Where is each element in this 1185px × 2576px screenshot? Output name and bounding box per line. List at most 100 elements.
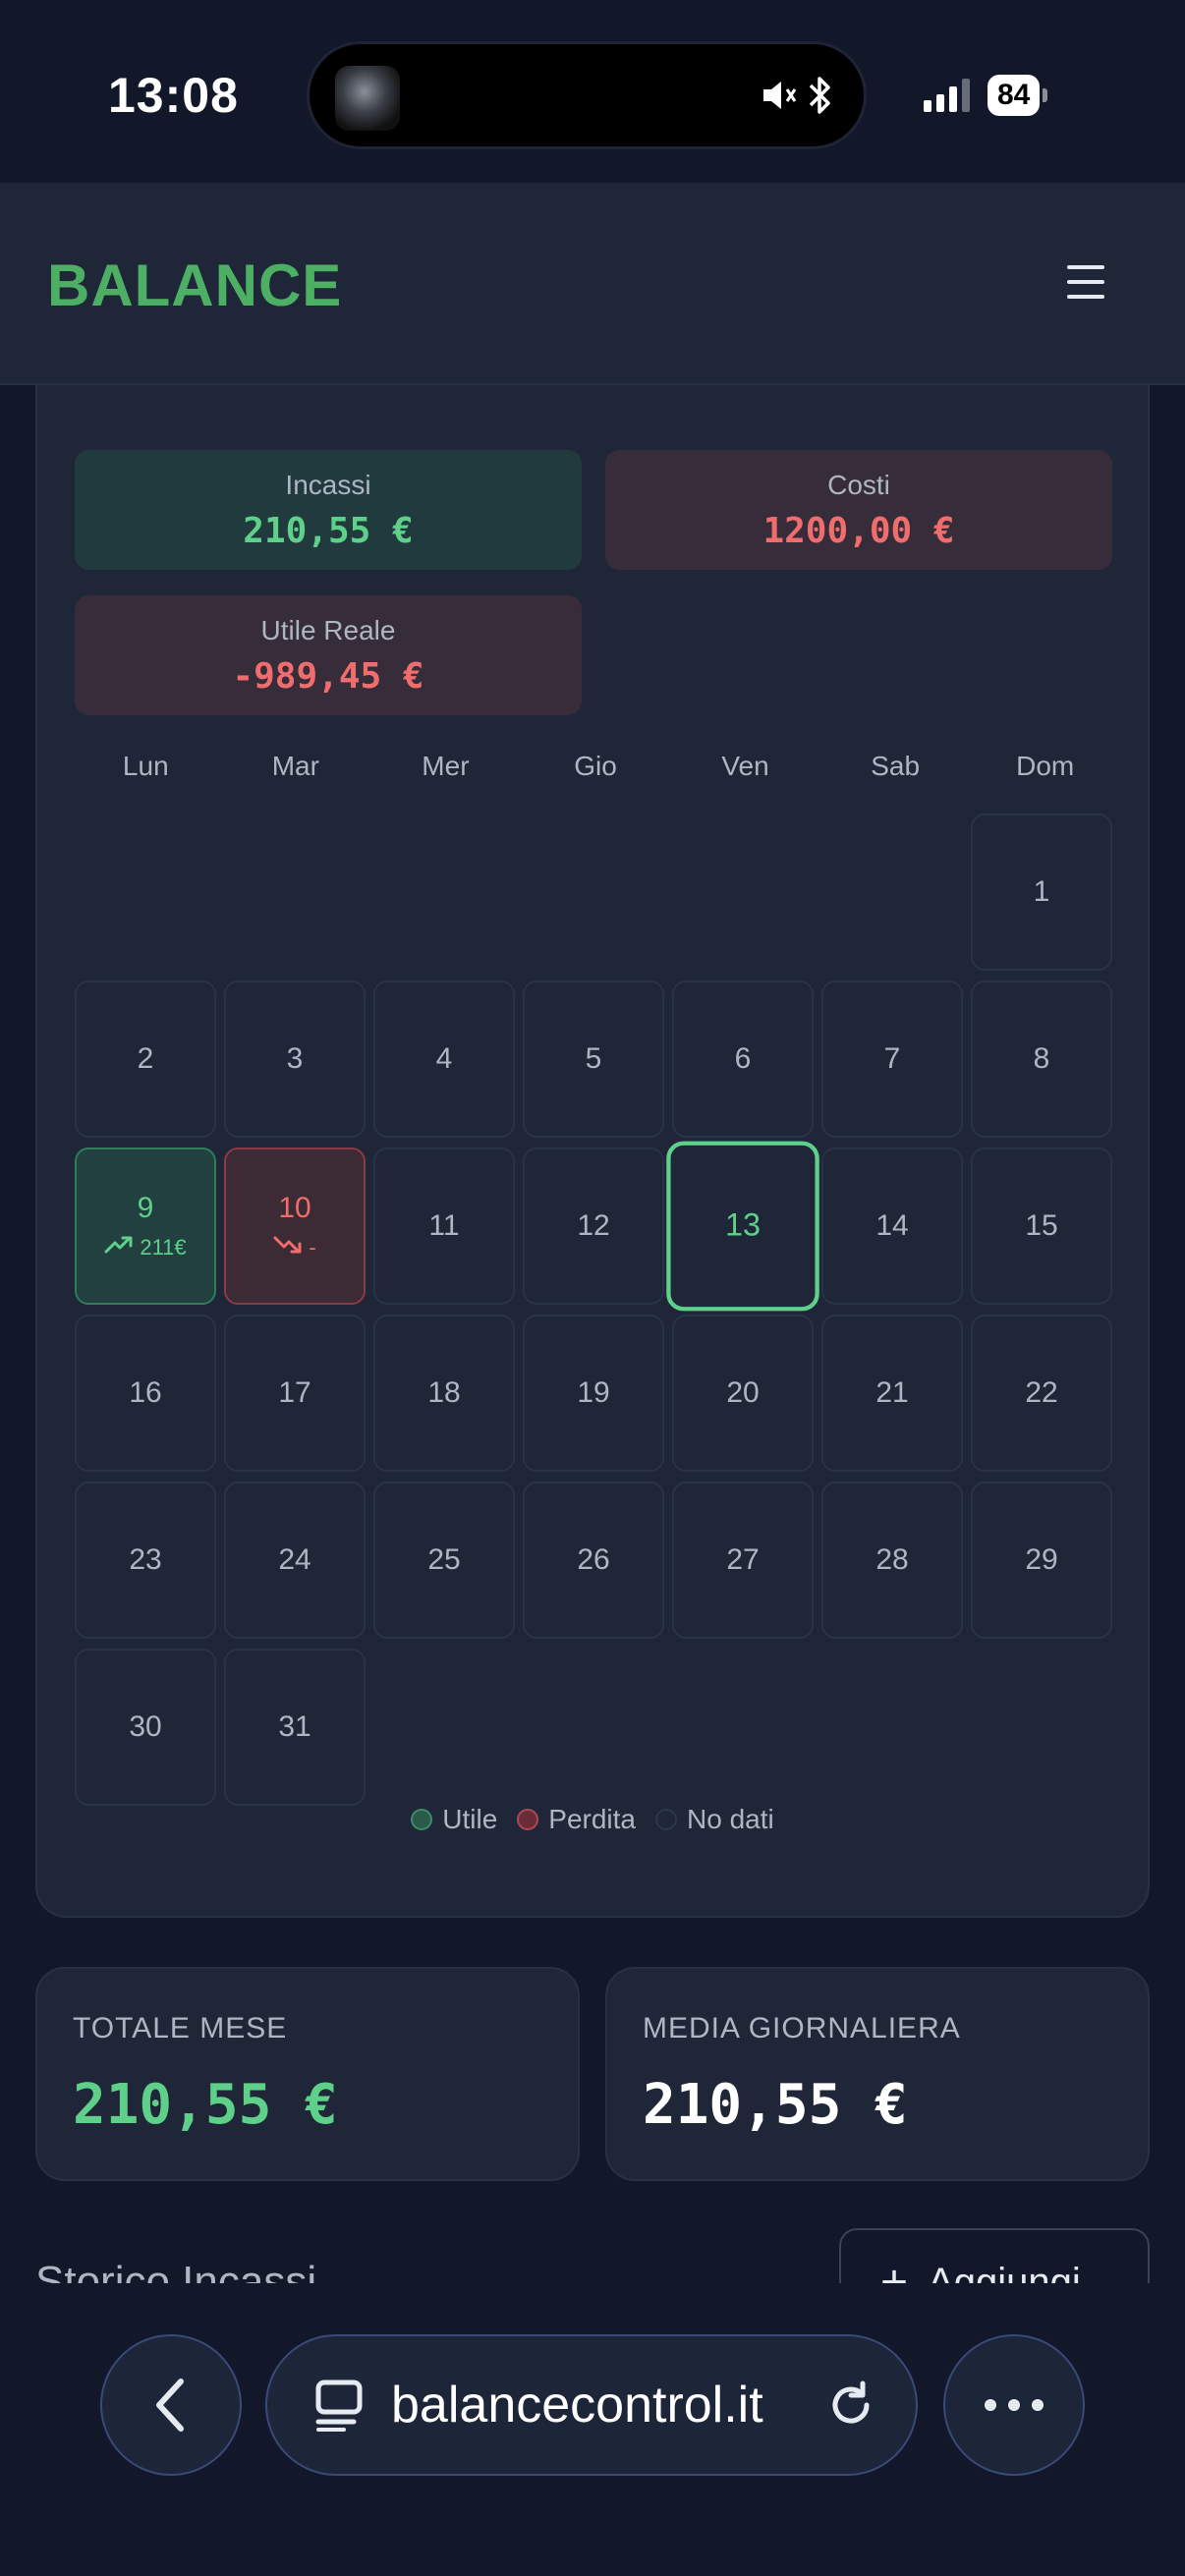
costi-stat: Costi 1200,00 €: [605, 450, 1112, 570]
calendar-day-2[interactable]: 2: [75, 980, 216, 1138]
calendar-day-20[interactable]: 20: [672, 1315, 814, 1472]
day-number: 7: [883, 1042, 901, 1075]
day-number: 1: [1033, 875, 1050, 908]
day-number: 3: [286, 1042, 304, 1075]
utile-reale-label: Utile Reale: [260, 615, 396, 645]
day-number: 20: [726, 1376, 760, 1409]
calendar-blank: [821, 813, 963, 971]
calendar-day-19[interactable]: 19: [523, 1315, 664, 1472]
daily-average-card: MEDIA GIORNALIERA 210,55 €: [605, 1967, 1150, 2181]
day-number: 24: [278, 1543, 311, 1576]
calendar-day-8[interactable]: 8: [971, 980, 1112, 1138]
day-number: 5: [585, 1042, 602, 1075]
calendar-day-25[interactable]: 25: [373, 1482, 515, 1639]
now-playing-artwork: [335, 66, 400, 131]
day-number: 19: [577, 1376, 610, 1409]
calendar-day-4[interactable]: 4: [373, 980, 515, 1138]
calendar-day-31[interactable]: 31: [224, 1649, 366, 1806]
address-bar[interactable]: balancecontrol.it: [265, 2334, 918, 2476]
hamburger-menu-icon[interactable]: [1067, 265, 1104, 299]
weekday-ven: Ven: [721, 751, 769, 781]
calendar-day-26[interactable]: 26: [523, 1482, 664, 1639]
legend-profit-label: Utile: [442, 1804, 498, 1834]
incassi-stat: Incassi 210,55 €: [75, 450, 582, 570]
calendar-day-27[interactable]: 27: [672, 1482, 814, 1639]
calendar-day-1[interactable]: 1: [971, 813, 1112, 971]
dynamic-island: [307, 41, 867, 149]
calendar-day-9[interactable]: 9 211€: [75, 1148, 216, 1305]
calendar-day-11[interactable]: 11: [373, 1148, 515, 1305]
weekday-sab: Sab: [871, 751, 921, 781]
daily-average-label: MEDIA GIORNALIERA: [643, 2012, 961, 2044]
calendar-day-29[interactable]: 29: [971, 1482, 1112, 1639]
calendar-blank: [373, 813, 515, 971]
costi-value: 1200,00 €: [762, 511, 955, 551]
calendar-grid: 1 2 3 4 5 6 7 8 9 211€ 10-11 12 13 14 15 16 17 18 19 20 21 22…: [75, 813, 1116, 1806]
tabs-icon[interactable]: [314, 2379, 364, 2432]
signal-icon: [924, 79, 970, 112]
calendar-day-16[interactable]: 16: [75, 1315, 216, 1472]
calendar-day-7[interactable]: 7: [821, 980, 963, 1138]
weekday-gio: Gio: [574, 751, 617, 781]
weekday-mar: Mar: [271, 751, 319, 781]
calendar-day-23[interactable]: 23: [75, 1482, 216, 1639]
day-profit-badge: 211€: [104, 1235, 187, 1260]
mute-icon: [763, 82, 797, 109]
calendar-day-6[interactable]: 6: [672, 980, 814, 1138]
weekday-header: Lun Mar Mer Gio Ven Sab Dom: [75, 751, 1116, 782]
calendar-day-28[interactable]: 28: [821, 1482, 963, 1639]
day-profit-amount: 211€: [140, 1235, 187, 1260]
calendar-day-10[interactable]: 10 -: [224, 1148, 366, 1305]
day-number: 12: [577, 1209, 610, 1242]
weekday-lun: Lun: [122, 751, 169, 781]
bluetooth-icon: [809, 77, 830, 114]
calendar-day-17[interactable]: 17: [224, 1315, 366, 1472]
day-number: 17: [278, 1376, 311, 1409]
calendar-day-24[interactable]: 24: [224, 1482, 366, 1639]
day-number: 26: [577, 1543, 610, 1576]
calendar-blank: [672, 813, 814, 971]
calendar-day-30[interactable]: 30: [75, 1649, 216, 1806]
more-button[interactable]: [943, 2334, 1085, 2476]
url-text[interactable]: balancecontrol.it: [391, 2376, 798, 2435]
incassi-label: Incassi: [285, 470, 371, 500]
legend-nodata-label: No dati: [687, 1804, 774, 1834]
more-dots-icon: [985, 2399, 1044, 2411]
trending-up-icon: [104, 1235, 134, 1260]
calendar-day-3[interactable]: 3: [224, 980, 366, 1138]
battery-icon: 84: [988, 75, 1048, 116]
trending-down-icon: [273, 1235, 303, 1260]
day-number: 11: [428, 1209, 460, 1242]
calendar-blank: [75, 813, 216, 971]
calendar-day-18[interactable]: 18: [373, 1315, 515, 1472]
monthly-total-card: TOTALE MESE 210,55 €: [35, 1967, 580, 2181]
calendar-day-22[interactable]: 22: [971, 1315, 1112, 1472]
day-number: 30: [129, 1710, 162, 1743]
costi-label: Costi: [827, 470, 890, 500]
legend-profit-dot: [411, 1809, 433, 1830]
day-number: 31: [278, 1710, 311, 1743]
brand-logo[interactable]: BALANCE: [47, 252, 342, 319]
monthly-total-value: 210,55 €: [73, 2073, 338, 2137]
day-number: 10: [278, 1192, 311, 1224]
calendar-day-15[interactable]: 15: [971, 1148, 1112, 1305]
legend-loss-label: Perdita: [548, 1804, 636, 1834]
day-number: 27: [726, 1543, 760, 1576]
calendar-day-14[interactable]: 14: [821, 1148, 963, 1305]
calendar-day-21[interactable]: 21: [821, 1315, 963, 1472]
day-number: 14: [875, 1209, 909, 1242]
calendar-card: Incassi 210,55 € Costi 1200,00 € Utile R…: [35, 385, 1150, 1918]
day-number: 28: [875, 1543, 909, 1576]
calendar-day-5[interactable]: 5: [523, 980, 664, 1138]
back-button[interactable]: [100, 2334, 242, 2476]
daily-average-value: 210,55 €: [643, 2073, 908, 2137]
calendar-legend: Utile Perdita No dati: [37, 1804, 1148, 1835]
day-number: 16: [129, 1376, 162, 1409]
calendar-day-13[interactable]: 13: [666, 1141, 819, 1312]
day-number: 29: [1025, 1543, 1058, 1576]
calendar-day-12[interactable]: 12: [523, 1148, 664, 1305]
calendar-blank: [224, 813, 366, 971]
monthly-total-label: TOTALE MESE: [73, 2012, 288, 2044]
day-number: 25: [427, 1543, 461, 1576]
reload-icon[interactable]: [825, 2380, 876, 2431]
